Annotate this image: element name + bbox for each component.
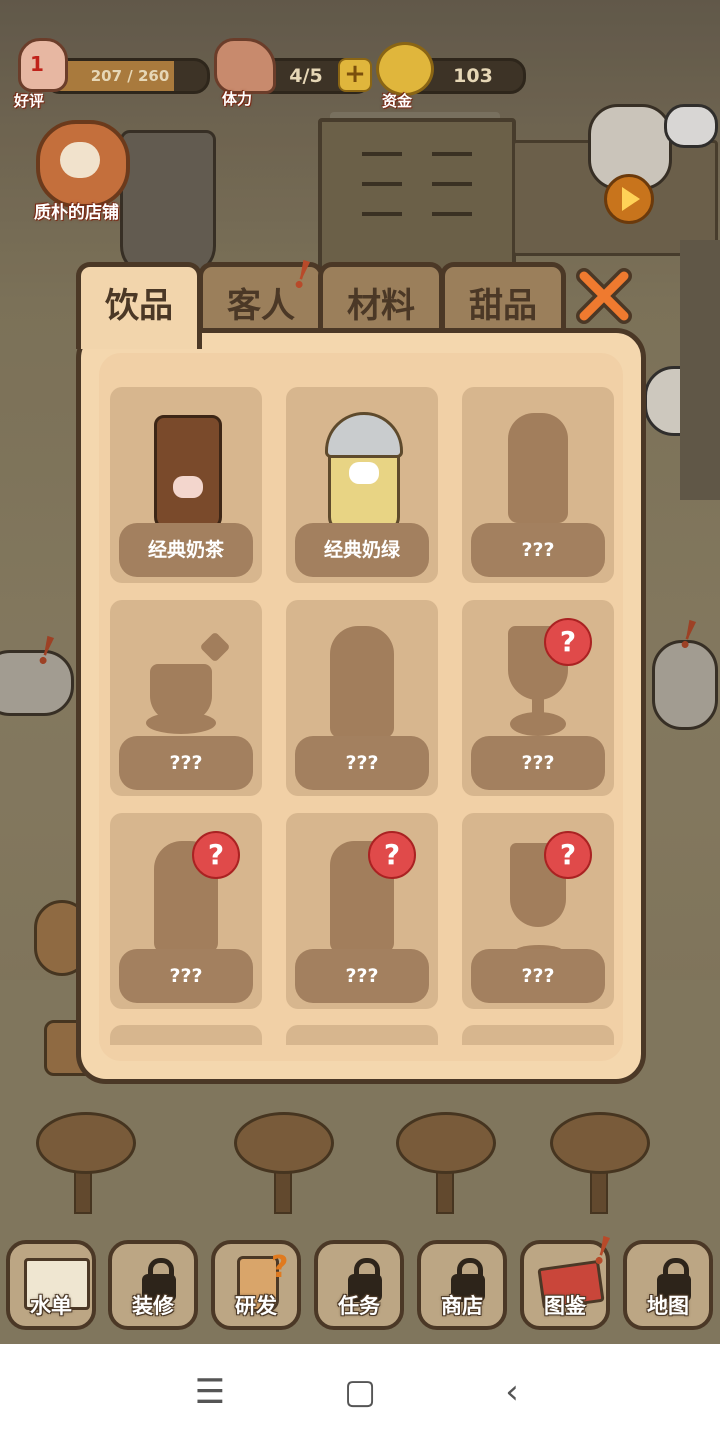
drink-card[interactable] [462,1025,614,1045]
toolbar-menu-button[interactable]: 水单 [6,1240,96,1330]
toolbar-label: 图鉴 [544,1294,586,1318]
reputation-label: 好评 [14,92,45,110]
drink-name: ??? [295,736,429,790]
drink-card[interactable]: ? ??? [462,813,614,1009]
tab-drinks[interactable]: 饮品 [76,262,202,349]
toolbar-label: 装修 [132,1294,174,1318]
drink-card[interactable]: ? ??? [462,600,614,796]
funds-label: 资金 [382,92,413,110]
close-icon[interactable] [574,268,634,328]
plus-icon[interactable]: + [338,58,372,92]
star-stick-silhouette [199,631,231,663]
play-icon[interactable] [604,174,654,224]
shop-name[interactable]: 质朴的店铺 [34,198,119,223]
muscle-arm-icon [214,38,276,94]
drink-card[interactable] [110,1025,262,1045]
funds-value: 103 [453,65,493,87]
coin-icon [376,42,434,96]
new-badge-icon: ? [544,831,592,879]
drink-card[interactable]: 经典奶绿 [286,387,438,583]
iced-milk-tea-icon [154,415,222,531]
toolbar-task-button[interactable]: 任务 [314,1240,404,1330]
system-navigation-bar: ☰ ▢ ‹ [0,1344,720,1440]
drink-name: 经典奶茶 [119,523,253,577]
toolbar-research-button[interactable]: ? 研发 [211,1240,301,1330]
tall-cup-silhouette-icon [330,626,394,738]
drink-card[interactable]: 经典奶茶 [110,387,262,583]
toolbar-label: 商店 [441,1294,483,1318]
toolbar-decor-button[interactable]: 装修 [108,1240,198,1330]
new-badge-icon: ? [368,831,416,879]
back-icon[interactable]: ‹ [482,1362,542,1422]
home-icon[interactable]: ▢ [330,1362,390,1422]
shop-flower-icon[interactable] [36,120,130,208]
drink-card[interactable]: ? ??? [110,813,262,1009]
drink-name: ??? [471,949,605,1003]
drink-card[interactable]: ??? [110,600,262,796]
toolbar-shop-button[interactable]: 商店 [417,1240,507,1330]
toolbar-map-button[interactable]: 地图 [623,1240,713,1330]
toolbar-label: 水单 [30,1294,72,1318]
new-badge-icon: ? [192,831,240,879]
drink-name: 经典奶绿 [295,523,429,577]
reputation-level: 1 [30,52,44,76]
drink-name: ??? [471,523,605,577]
drinks-grid[interactable]: 经典奶茶 经典奶绿 ??? ??? ??? ? ??? ? ??? ? ??? … [110,385,620,1045]
toolbar-label: 研发 [235,1294,277,1318]
drink-card[interactable]: ??? [462,387,614,583]
menu-icon[interactable]: ☰ [180,1362,240,1422]
goblet-stem-silhouette [532,696,544,716]
new-badge-icon: ? [544,618,592,666]
drink-name: ??? [295,949,429,1003]
toolbar-label: 地图 [647,1294,689,1318]
toolbar-label: 任务 [338,1294,380,1318]
drink-card[interactable]: ? ??? [286,813,438,1009]
reputation-value: 207 / 260 [90,67,170,85]
drink-name: ??? [119,736,253,790]
tall-cup-silhouette-icon [508,413,568,523]
stamina-value: 4/5 [289,65,323,87]
milk-green-tea-icon [325,412,403,533]
drink-card[interactable]: ??? [286,600,438,796]
drink-name: ??? [119,949,253,1003]
stamina-label: 体力 [222,90,253,108]
saucer-silhouette [146,712,216,734]
drink-card[interactable] [286,1025,438,1045]
drink-name: ??? [471,736,605,790]
